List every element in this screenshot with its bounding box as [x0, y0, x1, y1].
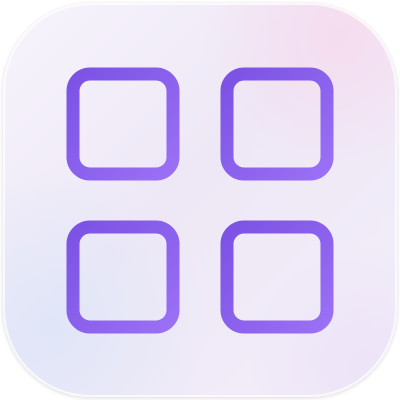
app-icon[interactable] [0, 0, 400, 400]
icon-tile [3, 3, 397, 397]
app-icon-canvas [0, 0, 400, 400]
